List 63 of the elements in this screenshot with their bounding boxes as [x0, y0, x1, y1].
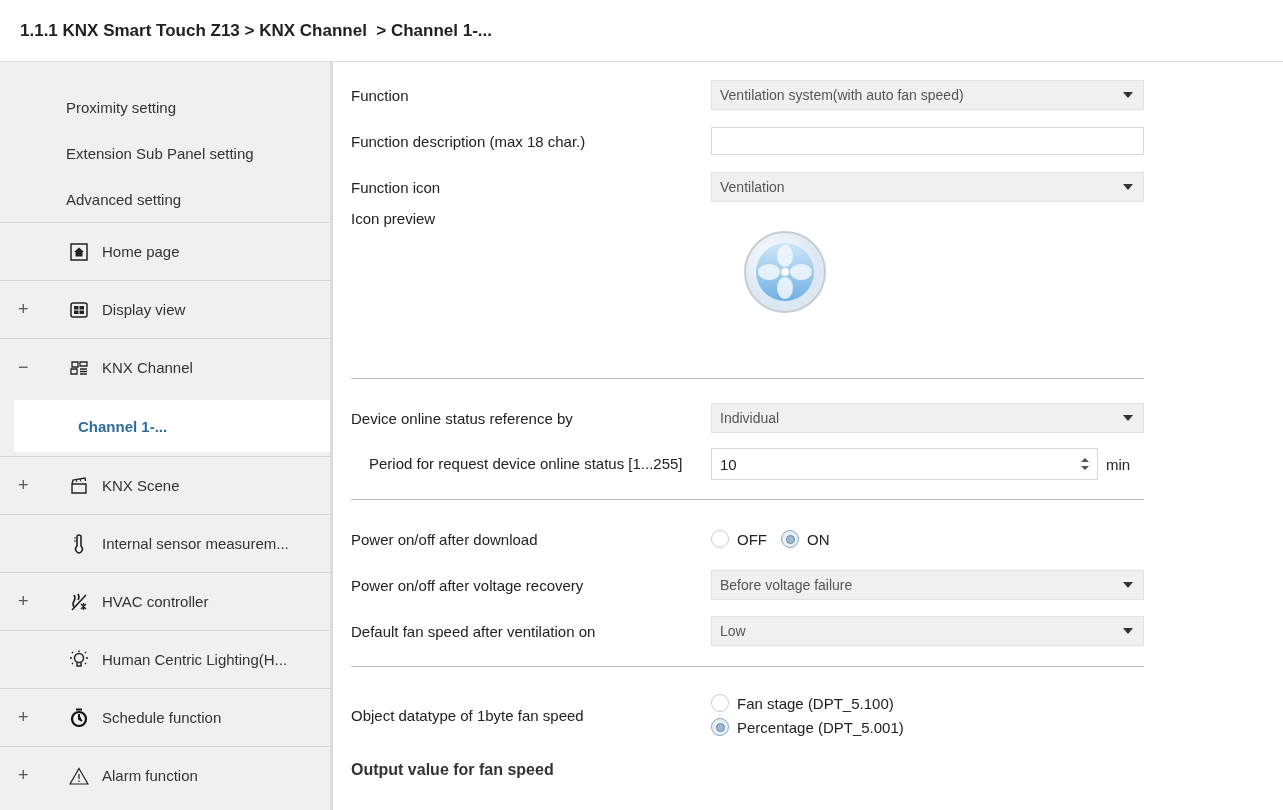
field-label: Power on/off after voltage recovery [351, 576, 585, 594]
input-field[interactable] [711, 127, 1144, 155]
hvac-icon [69, 591, 89, 612]
spinner-arrows-icon [1081, 457, 1089, 471]
thermometer-icon [72, 533, 86, 554]
fan-icon [743, 230, 827, 314]
radio-button[interactable] [711, 530, 729, 548]
radio-button[interactable] [711, 694, 729, 712]
home-icon [70, 242, 88, 261]
option-label: ON [807, 530, 830, 548]
clapperboard-icon [70, 476, 88, 495]
expander-toggle[interactable]: + [18, 299, 40, 320]
sidebar-item[interactable]: Extension Sub Panel setting [0, 130, 330, 176]
option-label: Percentage (DPT_5.001) [737, 718, 904, 736]
dropdown[interactable]: Low [711, 616, 1144, 646]
dropdown-caret-icon [1123, 582, 1133, 588]
sidebar-item[interactable]: Channel 1-... [14, 400, 330, 452]
field-label: Icon preview [351, 210, 436, 227]
expander-toggle[interactable]: − [18, 357, 40, 378]
dropdown-caret-icon [1123, 92, 1133, 98]
number-spinner[interactable]: 10 [711, 448, 1098, 480]
expander-toggle[interactable]: + [18, 591, 40, 612]
sidebar-item[interactable]: Display view [102, 301, 186, 318]
sidebar-item[interactable]: Schedule function [102, 709, 222, 726]
dropdown-caret-icon [1123, 184, 1133, 190]
channel-icon [69, 359, 89, 376]
sidebar-item[interactable]: Internal sensor measurem... [102, 535, 289, 552]
dropdown[interactable]: Ventilation [711, 172, 1144, 202]
option-label: Fan stage (DPT_5.100) [737, 694, 894, 712]
dropdown[interactable]: Individual [711, 403, 1144, 433]
timer-icon [70, 707, 88, 728]
field-label: Period for request device online status [1...255] [368, 454, 684, 474]
section-heading: Output value for fan speed [351, 761, 555, 779]
lightbulb-icon [68, 649, 90, 670]
sidebar-item[interactable]: Alarm function [102, 767, 198, 784]
dropdown-caret-icon [1123, 628, 1133, 634]
sidebar-item[interactable]: KNX Scene [102, 477, 180, 494]
sidebar-item[interactable]: Home page [102, 243, 180, 260]
breadcrumb: 1.1.1 KNX Smart Touch Z13 > KNX Channel > Channel 1-... [20, 20, 493, 41]
field-label: Default fan speed after ventilation on [351, 622, 597, 640]
sidebar-item[interactable]: Advanced setting [0, 176, 330, 222]
grid-icon [70, 301, 88, 318]
expander-toggle[interactable]: + [18, 475, 40, 496]
field-label: Function description (max 18 char.) [351, 132, 587, 150]
warning-icon [69, 766, 89, 785]
expander-toggle[interactable]: + [18, 707, 40, 728]
field-label: Function icon [351, 178, 442, 196]
sidebar-item[interactable]: Human Centric Lighting(H... [102, 651, 288, 668]
radio-button[interactable] [781, 530, 799, 548]
field-label: Device online status reference by [351, 409, 574, 427]
unit-label: min [1106, 455, 1131, 473]
sidebar-item[interactable]: Proximity setting [0, 84, 330, 130]
dropdown-caret-icon [1123, 415, 1133, 421]
dropdown[interactable]: Before voltage failure [711, 570, 1144, 600]
dropdown[interactable]: Ventilation system(with auto fan speed) [711, 80, 1144, 110]
sidebar-item[interactable]: HVAC controller [102, 593, 209, 610]
option-label: OFF [737, 530, 767, 548]
sidebar-item[interactable]: KNX Channel [102, 359, 193, 376]
expander-toggle[interactable]: + [18, 765, 40, 786]
radio-button[interactable] [711, 718, 729, 736]
field-label: Function [351, 86, 410, 104]
field-label: Object datatype of 1byte fan speed [351, 706, 585, 724]
field-label: Power on/off after download [351, 530, 539, 548]
